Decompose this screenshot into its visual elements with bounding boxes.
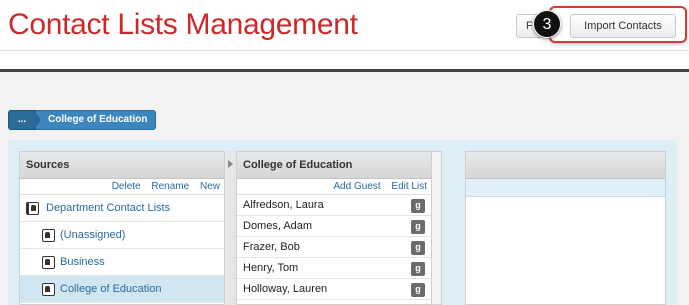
breadcrumb-more-button[interactable]: ...: [8, 110, 36, 130]
contact-card-icon: [42, 229, 55, 242]
sources-actions: Delete Rename New: [20, 179, 224, 195]
panel-splitter[interactable]: [226, 151, 236, 305]
source-item-label: Department Contact Lists: [46, 202, 171, 214]
contact-row[interactable]: Frazer, Bob g: [237, 237, 431, 258]
expand-arrow-icon[interactable]: [228, 160, 233, 168]
sources-panel: Sources Delete Rename New Department Con…: [19, 151, 225, 305]
guest-button[interactable]: g: [411, 241, 425, 255]
guest-button[interactable]: g: [411, 220, 425, 234]
page-title: Contact Lists Management: [8, 8, 358, 41]
contact-book-icon: [26, 202, 39, 215]
contact-row[interactable]: Holloway, Lauren g: [237, 279, 431, 300]
add-guest-link[interactable]: Add Guest: [333, 181, 380, 192]
source-item-college-of-education[interactable]: College of Education: [20, 276, 224, 303]
breadcrumb: ... College of Education: [8, 110, 157, 130]
source-item-business[interactable]: Business: [20, 249, 224, 276]
contact-row[interactable]: Alfredson, Laura g: [237, 195, 431, 216]
edit-list-link[interactable]: Edit List: [391, 181, 427, 192]
detail-panel: [465, 151, 666, 305]
contact-name: Henry, Tom: [243, 262, 299, 274]
detail-panel-subheader: [466, 179, 665, 197]
new-link[interactable]: New: [200, 181, 220, 192]
header-divider-thin: [0, 50, 689, 51]
source-item-label: (Unassigned): [60, 229, 126, 241]
contacts-scrollbar[interactable]: [432, 151, 442, 305]
contacts-actions: Add Guest Edit List: [237, 179, 431, 195]
source-item-unassigned[interactable]: (Unassigned): [20, 222, 224, 249]
contact-row[interactable]: Domes, Adam g: [237, 216, 431, 237]
contact-row[interactable]: Henry, Tom g: [237, 258, 431, 279]
contacts-header: College of Education: [237, 152, 431, 179]
guest-button[interactable]: g: [411, 199, 425, 213]
breadcrumb-current[interactable]: College of Education: [34, 110, 157, 130]
contacts-panel: College of Education Add Guest Edit List…: [236, 151, 432, 305]
guest-button[interactable]: g: [411, 283, 425, 297]
detail-panel-header: [466, 152, 665, 179]
rename-link[interactable]: Rename: [151, 181, 189, 192]
source-item-label: Business: [60, 256, 105, 268]
delete-link[interactable]: Delete: [112, 181, 141, 192]
contact-name: Holloway, Lauren: [243, 283, 328, 295]
contact-name: Frazer, Bob: [243, 241, 300, 253]
contact-name: Alfredson, Laura: [243, 199, 324, 211]
contact-card-icon: [42, 283, 55, 296]
source-item-department-contact-lists[interactable]: Department Contact Lists: [20, 195, 224, 222]
contact-name: Domes, Adam: [243, 220, 313, 232]
step-number-badge: 3: [533, 10, 561, 38]
import-contacts-button[interactable]: Import Contacts: [570, 14, 676, 38]
contact-card-icon: [42, 256, 55, 269]
sources-header: Sources: [20, 152, 224, 179]
source-item-label: College of Education: [60, 283, 162, 295]
guest-button[interactable]: g: [411, 262, 425, 276]
